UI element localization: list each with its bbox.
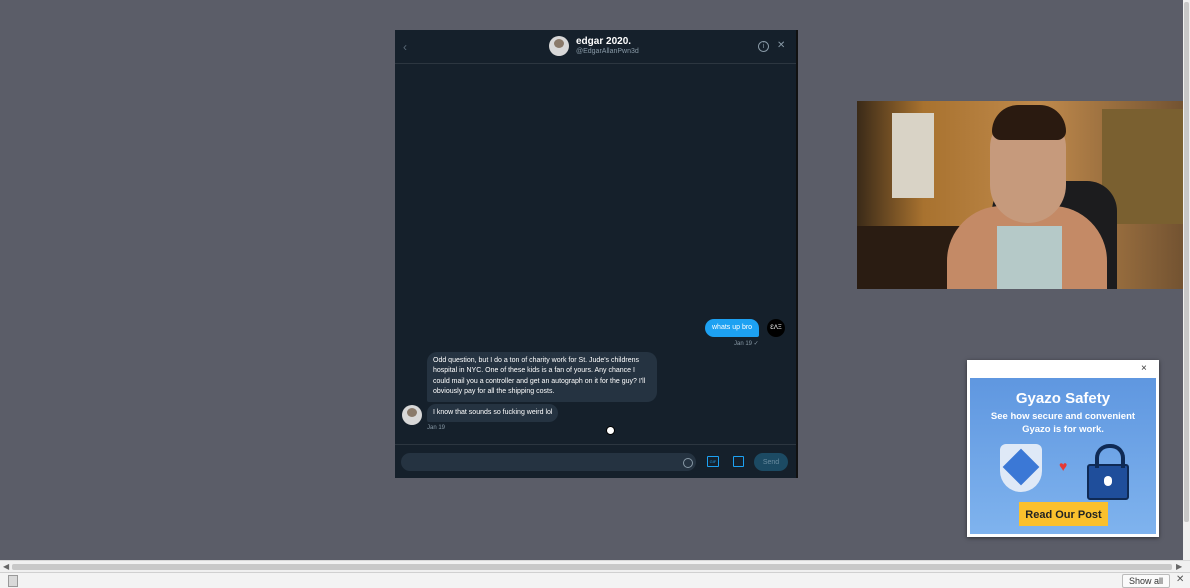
gif-icon[interactable]: GIF <box>707 456 719 467</box>
sent-message[interactable]: whats up bro <box>705 319 760 337</box>
heart-icon: ♥ <box>1059 458 1068 474</box>
close-icon[interactable]: ✕ <box>777 40 785 51</box>
received-timestamp: Jan 19 <box>427 425 446 431</box>
file-icon <box>8 575 18 587</box>
message-composer: GIF Send <box>395 444 796 478</box>
own-avatar[interactable]: ƐΛΞ <box>767 319 785 337</box>
shield-icon <box>1000 444 1042 492</box>
download-bar: Show all ✕ <box>0 572 1190 588</box>
sent-timestamp: Jan 19 ✓ <box>734 341 759 347</box>
ad-title: Gyazo Safety <box>1015 390 1111 407</box>
avatar[interactable] <box>549 36 569 56</box>
webcam-window-blinds <box>892 113 934 198</box>
cursor-icon <box>606 426 615 435</box>
image-icon[interactable] <box>733 456 744 467</box>
webcam-overlay <box>857 101 1190 289</box>
show-all-button[interactable]: Show all <box>1122 574 1171 588</box>
back-arrow-icon[interactable]: ‹ <box>403 40 407 54</box>
download-item[interactable] <box>8 575 26 587</box>
lock-icon <box>1087 444 1129 500</box>
vertical-scrollbar[interactable] <box>1183 0 1190 560</box>
read-post-button[interactable]: Read Our Post <box>1019 502 1108 526</box>
ad-close-icon[interactable]: × <box>1141 363 1147 374</box>
scrollbar-thumb[interactable] <box>12 564 1172 570</box>
emoji-icon[interactable] <box>683 458 693 468</box>
gyazo-ad: × Gyazo Safety See how secure and conven… <box>967 360 1159 537</box>
send-button[interactable]: Send <box>754 453 788 471</box>
download-bar-close-icon[interactable]: ✕ <box>1176 573 1184 587</box>
ad-banner[interactable]: Gyazo Safety See how secure and convenie… <box>970 378 1156 534</box>
webcam-person-hair <box>992 105 1066 140</box>
received-message[interactable]: I know that sounds so fucking weird lol <box>427 404 559 422</box>
info-icon[interactable]: i <box>758 41 769 52</box>
message-input[interactable] <box>401 453 696 471</box>
received-message[interactable]: Odd question, but I do a ton of charity … <box>427 352 657 402</box>
conversation-header: ‹ edgar 2020. @EdgarAllanPwn3d i ✕ <box>395 30 796 64</box>
ad-subtitle: See how secure and convenient Gyazo is f… <box>990 411 1136 435</box>
webcam-person-shirt <box>997 226 1062 289</box>
sender-avatar[interactable] <box>402 405 422 425</box>
dm-window: ‹ edgar 2020. @EdgarAllanPwn3d i ✕ whats… <box>395 30 798 478</box>
conversation-name[interactable]: edgar 2020. <box>576 36 631 47</box>
scrollbar-thumb[interactable] <box>1184 2 1189 522</box>
conversation-handle[interactable]: @EdgarAllanPwn3d <box>576 48 639 55</box>
